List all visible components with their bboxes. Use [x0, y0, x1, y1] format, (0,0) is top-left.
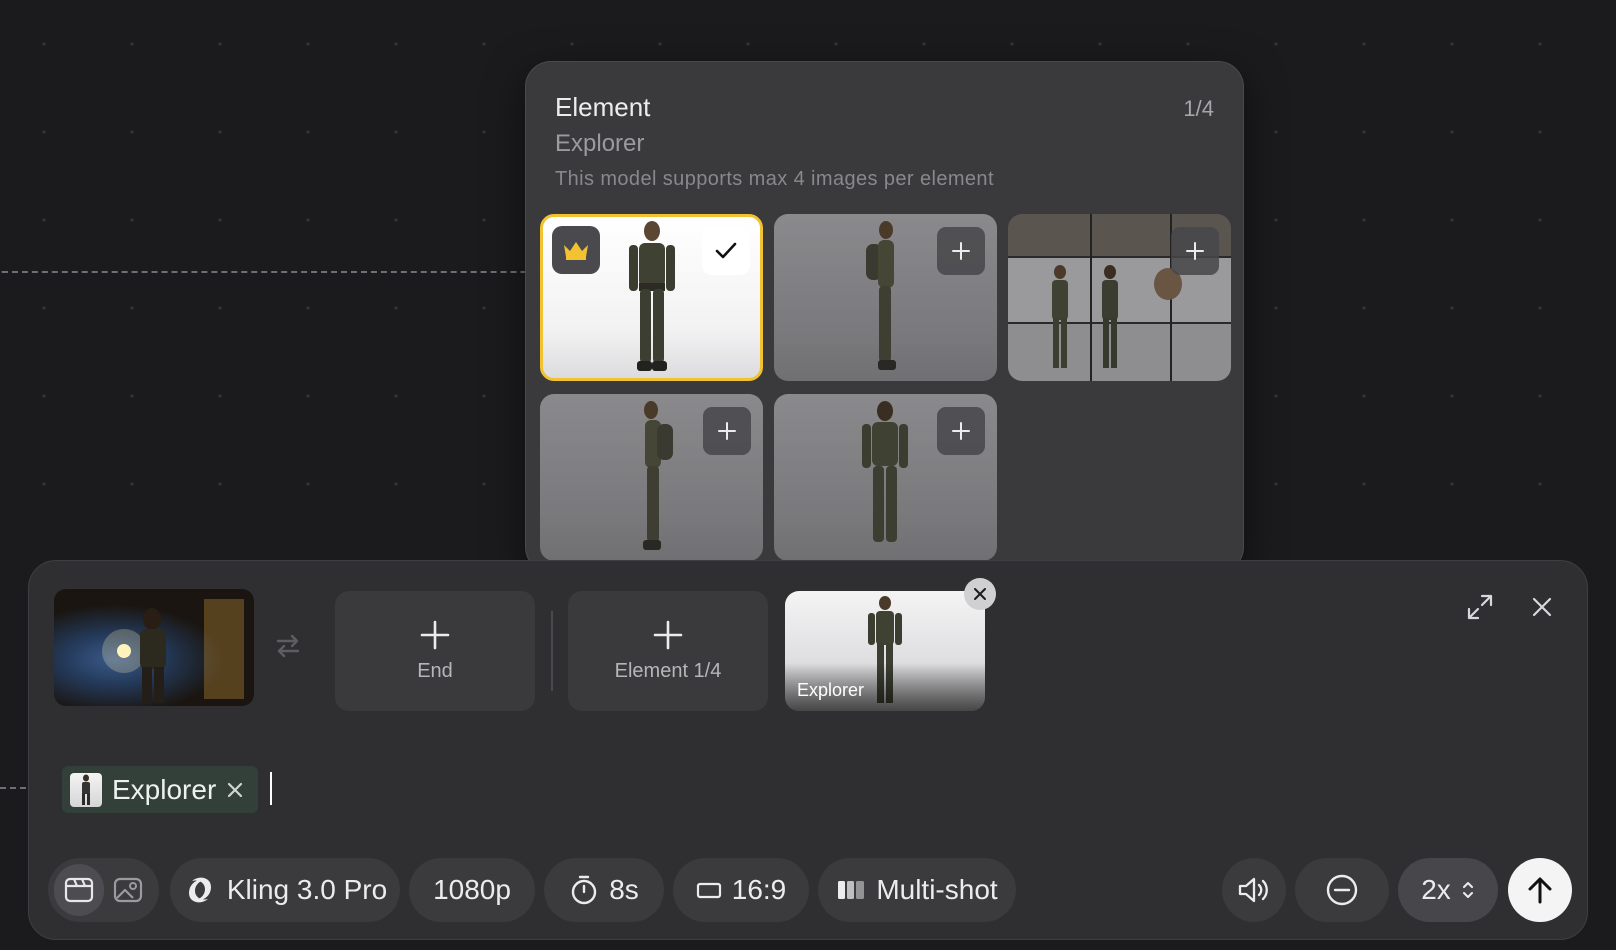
explorer-back-figure [862, 401, 908, 542]
element-image-front[interactable] [540, 214, 763, 381]
multishot-icon [838, 881, 865, 899]
chip-label: Explorer [112, 773, 217, 805]
plus-icon [1186, 242, 1204, 260]
negative-prompt-toggle[interactable] [1295, 858, 1389, 922]
primary-image-badge [552, 226, 600, 274]
video-icon [64, 877, 93, 903]
text-cursor [270, 772, 272, 805]
output-count-value: 2x [1421, 874, 1451, 905]
output-count-selector[interactable]: 2x [1398, 858, 1498, 922]
element-image-reference-sheet[interactable] [1008, 214, 1231, 381]
add-element-button[interactable]: Element 1/4 [568, 591, 768, 711]
remove-element-button[interactable] [964, 578, 996, 610]
explorer-front-figure [629, 221, 675, 371]
chevron-updown-icon [1462, 882, 1473, 898]
add-image-button[interactable] [1171, 227, 1219, 275]
element-popover: Element 1/4 Explorer This model supports… [525, 61, 1244, 573]
timer-icon [572, 875, 597, 905]
model-name: Kling 3.0 Pro [226, 874, 388, 905]
explorer-side-figure [643, 401, 673, 550]
add-image-button[interactable] [703, 407, 751, 455]
popover-image-counter: 1/4 [1183, 96, 1214, 121]
expand-button[interactable] [1465, 592, 1495, 622]
element-card-label: Explorer [797, 680, 865, 700]
expand-icon [1467, 594, 1493, 620]
add-image-button[interactable] [937, 227, 985, 275]
generate-button[interactable] [1508, 858, 1572, 922]
end-frame-label: End [417, 659, 453, 682]
plus-icon [952, 422, 970, 440]
check-icon [715, 242, 737, 259]
explorer-chip-figure [82, 774, 90, 805]
resolution-value: 1080p [433, 874, 511, 905]
video-mode-button[interactable] [54, 864, 104, 916]
max-images-hint: This model supports max 4 images per ele… [555, 168, 994, 190]
close-icon [974, 588, 986, 600]
start-frame-image [102, 599, 244, 703]
element-image-side-left[interactable] [540, 394, 763, 561]
mode-toggle-group [48, 858, 159, 922]
volume-icon [1238, 877, 1268, 903]
aspect-ratio-value: 16:9 [731, 874, 787, 905]
start-frame-thumbnail[interactable] [54, 589, 254, 706]
plus-icon [952, 242, 970, 260]
explorer-side-figure [866, 221, 896, 370]
plus-icon [420, 620, 450, 649]
audio-toggle[interactable] [1222, 858, 1286, 922]
divider [551, 611, 553, 691]
close-composer-button[interactable] [1529, 594, 1555, 620]
node-connector-bottom [0, 787, 26, 789]
popover-title: Element [555, 92, 651, 122]
element-image-side-right[interactable] [774, 214, 997, 381]
image-mode-button[interactable] [104, 864, 154, 916]
crown-icon [564, 242, 588, 260]
minus-circle-icon [1326, 874, 1358, 906]
element-image-back[interactable] [774, 394, 997, 561]
aspect-ratio-icon [696, 882, 721, 899]
close-icon [1532, 597, 1552, 617]
element-count-label: Element 1/4 [614, 659, 722, 682]
multishot-label: Multi-shot [876, 874, 998, 905]
video-composer-panel: End Element 1/4 Explorer Explorer Kling … [28, 560, 1588, 940]
aspect-ratio-selector[interactable]: 16:9 [673, 858, 809, 922]
arrow-up-icon [1528, 877, 1552, 904]
model-selector[interactable]: Kling 3.0 Pro [170, 858, 400, 922]
duration-value: 8s [609, 874, 639, 905]
plus-icon [718, 422, 736, 440]
node-connector-top [0, 271, 528, 273]
duration-selector[interactable]: 8s [544, 858, 664, 922]
add-image-button[interactable] [937, 407, 985, 455]
image-icon [114, 877, 143, 903]
remove-chip-icon[interactable] [226, 781, 244, 799]
reference-sheet-figures [1052, 265, 1182, 368]
kling-logo-icon [188, 877, 211, 903]
swap-icon [276, 634, 300, 658]
chip-thumbnail [70, 772, 102, 807]
swap-frames-button[interactable] [273, 631, 303, 661]
element-card-explorer[interactable]: Explorer [785, 591, 985, 711]
element-name: Explorer [555, 130, 645, 157]
prompt-element-chip[interactable]: Explorer [62, 766, 259, 813]
selected-check[interactable] [702, 227, 750, 275]
add-end-frame-button[interactable]: End [335, 591, 535, 711]
plus-icon [653, 620, 683, 649]
multishot-toggle[interactable]: Multi-shot [818, 858, 1016, 922]
resolution-selector[interactable]: 1080p [409, 858, 535, 922]
